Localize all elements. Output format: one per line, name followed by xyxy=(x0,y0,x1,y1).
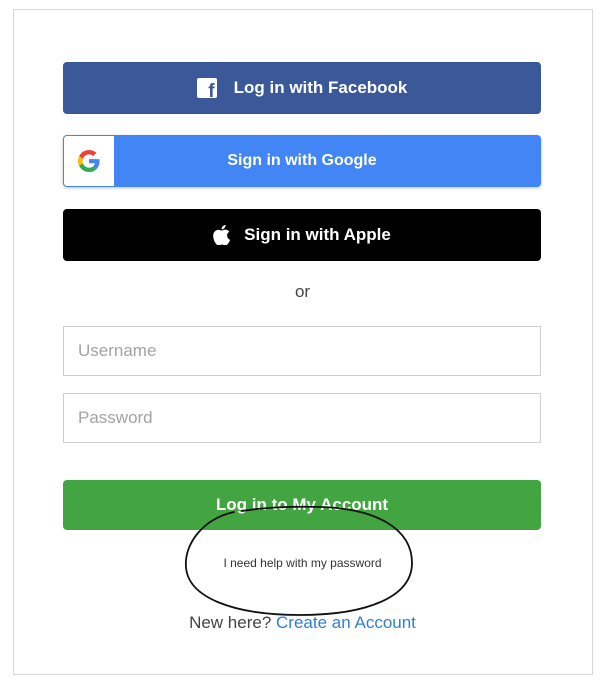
apple-signin-label: Sign in with Apple xyxy=(244,225,391,244)
google-icon xyxy=(64,136,114,186)
google-signin-button[interactable]: Sign in with Google xyxy=(63,135,541,187)
new-here-text: New here? xyxy=(189,613,272,632)
signup-prompt: New here? Create an Account xyxy=(0,613,605,633)
facebook-icon: f xyxy=(196,78,217,98)
google-signin-label: Sign in with Google xyxy=(227,152,377,169)
password-help-link[interactable]: I need help with my password xyxy=(0,556,605,570)
login-button[interactable]: Log in to My Account xyxy=(63,480,541,530)
facebook-login-button[interactable]: f Log in with Facebook xyxy=(63,62,541,114)
password-input[interactable] xyxy=(63,393,541,443)
username-input[interactable] xyxy=(63,326,541,376)
create-account-link[interactable]: Create an Account xyxy=(276,613,416,632)
facebook-login-label: Log in with Facebook xyxy=(233,78,408,97)
apple-signin-button[interactable]: Sign in with Apple xyxy=(63,209,541,261)
or-divider: or xyxy=(294,282,311,301)
apple-icon xyxy=(213,225,231,245)
login-button-label: Log in to My Account xyxy=(215,495,389,514)
